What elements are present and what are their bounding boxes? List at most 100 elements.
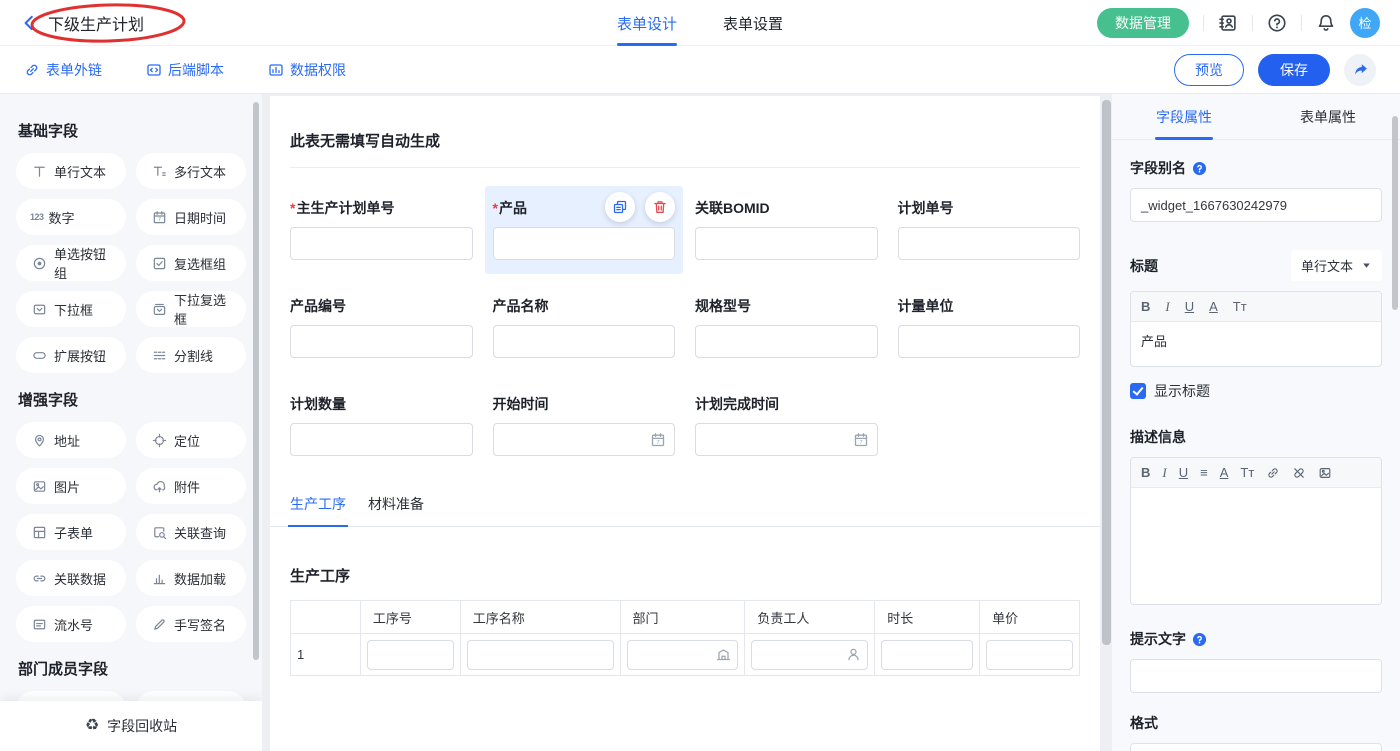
save-button[interactable]: 保存	[1258, 54, 1330, 86]
panel-scrollbar[interactable]	[1392, 116, 1398, 310]
show-title-checkbox-row[interactable]: 显示标题	[1130, 381, 1382, 401]
avatar[interactable]: 检	[1350, 8, 1380, 38]
field-plan-no[interactable]: 计划单号	[898, 198, 1081, 260]
data-manage-button[interactable]: 数据管理	[1097, 8, 1189, 38]
tab-field-properties[interactable]: 字段属性	[1112, 94, 1256, 139]
field-start-time[interactable]: 开始时间	[493, 394, 676, 456]
checkbox-checked-icon[interactable]	[1130, 383, 1146, 399]
font-color-button[interactable]: A	[1220, 466, 1229, 479]
text-input[interactable]	[898, 227, 1081, 260]
field-item-select[interactable]: 下拉框	[16, 291, 126, 327]
field-item-radio-group[interactable]: 单选按钮组	[16, 245, 126, 281]
insert-link-button[interactable]	[1266, 466, 1280, 480]
field-type-select[interactable]: 单行文本	[1291, 250, 1382, 281]
field-item-linked-query[interactable]: 关联查询	[136, 514, 246, 550]
field-item-datetime[interactable]: 日期时间	[136, 199, 246, 235]
text-input[interactable]	[290, 423, 473, 456]
description-editor-content[interactable]	[1131, 488, 1381, 604]
calendar-icon	[650, 432, 666, 448]
process-no-input[interactable]	[367, 640, 454, 670]
bell-icon[interactable]	[1316, 13, 1336, 33]
field-item-linked-data[interactable]: 关联数据	[16, 560, 126, 596]
field-recycle-bin[interactable]: ♻ 字段回收站	[0, 701, 262, 751]
tab-production-process[interactable]: 生产工序	[290, 494, 346, 526]
delete-field-button[interactable]	[645, 192, 675, 222]
department-input[interactable]	[627, 640, 739, 670]
process-name-input[interactable]	[467, 640, 614, 670]
data-permission-link[interactable]: 数据权限	[268, 60, 346, 80]
bold-button[interactable]: B	[1141, 300, 1150, 313]
bold-button[interactable]: B	[1141, 466, 1150, 479]
field-master-plan-no[interactable]: *主生产计划单号	[290, 198, 473, 260]
back-icon[interactable]	[20, 14, 38, 32]
help-icon[interactable]	[1192, 632, 1207, 647]
field-label: 计量单位	[898, 298, 954, 314]
text-input[interactable]	[290, 325, 473, 358]
underline-button[interactable]: U	[1185, 300, 1194, 313]
contacts-icon[interactable]	[1218, 13, 1238, 33]
field-product-selected[interactable]: *产品	[485, 186, 684, 274]
field-item-data-load[interactable]: 数据加载	[136, 560, 246, 596]
share-button[interactable]	[1344, 54, 1376, 86]
tab-material-prep[interactable]: 材料准备	[368, 494, 424, 526]
tab-form-settings[interactable]: 表单设置	[723, 0, 783, 46]
field-plan-finish-time[interactable]: 计划完成时间	[695, 394, 878, 456]
canvas-scrollbar[interactable]	[1102, 100, 1111, 645]
font-size-button[interactable]: Tᴛ	[1233, 300, 1247, 313]
tab-form-design[interactable]: 表单设计	[617, 0, 677, 46]
field-item-single-line-text[interactable]: 单行文本	[16, 153, 126, 189]
sidebar-scrollbar[interactable]	[253, 102, 259, 660]
text-input[interactable]	[695, 227, 878, 260]
field-unit[interactable]: 计量单位	[898, 296, 1081, 358]
text-input[interactable]	[493, 325, 676, 358]
text-input[interactable]	[898, 325, 1081, 358]
font-size-button[interactable]: Tᴛ	[1240, 466, 1254, 479]
italic-button[interactable]: I	[1165, 300, 1169, 313]
unit-price-input[interactable]	[986, 640, 1073, 670]
tab-form-properties[interactable]: 表单属性	[1256, 94, 1400, 139]
field-plan-qty[interactable]: 计划数量	[290, 394, 473, 456]
field-item-location[interactable]: 定位	[136, 422, 246, 458]
field-item-address[interactable]: 地址	[16, 422, 126, 458]
field-bom-id[interactable]: 关联BOMID	[695, 198, 878, 260]
insert-image-button[interactable]	[1318, 466, 1332, 480]
hint-input[interactable]	[1130, 659, 1382, 693]
field-item-divider[interactable]: 分割线	[136, 337, 246, 373]
help-icon[interactable]	[1267, 13, 1287, 33]
field-item-multi-select[interactable]: 下拉复选框	[136, 291, 246, 327]
field-item-signature[interactable]: 手写签名	[136, 606, 246, 642]
duration-input[interactable]	[881, 640, 973, 670]
field-item-checkbox-group[interactable]: 复选框组	[136, 245, 246, 281]
preview-button[interactable]: 预览	[1174, 54, 1244, 86]
form-card: 此表无需填写自动生成 *主生产计划单号 *产品 关联BOMID	[270, 96, 1100, 751]
field-item-number[interactable]: 123数字	[16, 199, 126, 235]
field-item-image[interactable]: 图片	[16, 468, 126, 504]
text-input[interactable]	[695, 325, 878, 358]
field-item-attachment[interactable]: 附件	[136, 468, 246, 504]
field-item-subform[interactable]: 子表单	[16, 514, 126, 550]
field-item-multi-line-text[interactable]: 多行文本	[136, 153, 246, 189]
date-input[interactable]	[695, 423, 878, 456]
help-icon[interactable]	[1192, 161, 1207, 176]
title-editor-content[interactable]: 产品	[1131, 322, 1381, 366]
field-product-name[interactable]: 产品名称	[493, 296, 676, 358]
field-item-serial-number[interactable]: 流水号	[16, 606, 126, 642]
remove-link-button[interactable]	[1292, 466, 1306, 480]
field-product-code[interactable]: 产品编号	[290, 296, 473, 358]
underline-button[interactable]: U	[1179, 466, 1188, 479]
text-input[interactable]	[493, 227, 676, 260]
align-button[interactable]: ≡	[1200, 466, 1208, 479]
format-select[interactable]: 无	[1130, 743, 1382, 751]
text-input[interactable]	[290, 227, 473, 260]
field-spec-model[interactable]: 规格型号	[695, 296, 878, 358]
worker-input[interactable]	[751, 640, 868, 670]
date-input[interactable]	[493, 423, 676, 456]
alias-input[interactable]: _widget_1667630242979	[1130, 188, 1382, 222]
form-external-link[interactable]: 表单外链	[24, 60, 102, 80]
font-color-button[interactable]: A	[1209, 300, 1218, 313]
backend-script-link[interactable]: 后端脚本	[146, 60, 224, 80]
copy-field-button[interactable]	[605, 192, 635, 222]
description-label-row: 描述信息	[1130, 427, 1382, 447]
italic-button[interactable]: I	[1162, 466, 1166, 479]
field-item-extend-button[interactable]: 扩展按钮	[16, 337, 126, 373]
